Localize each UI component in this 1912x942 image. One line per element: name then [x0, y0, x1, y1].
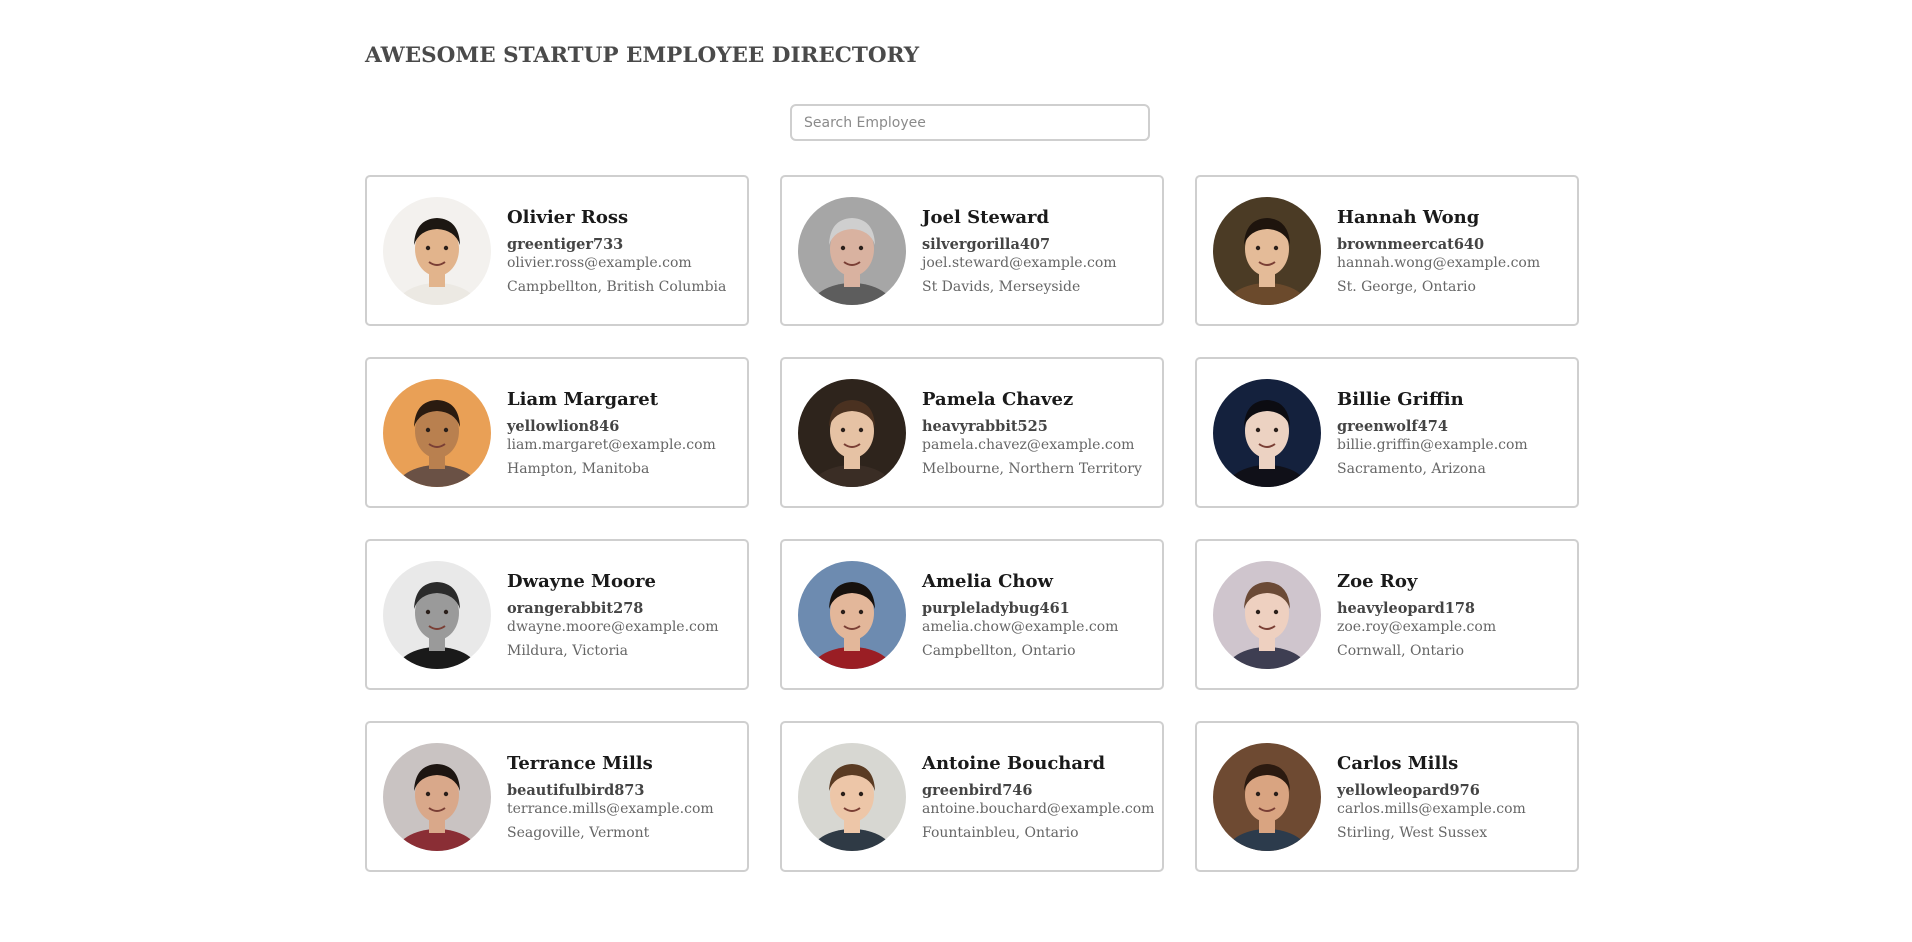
employee-location: Hampton, Manitoba — [507, 460, 650, 477]
employee-card[interactable]: Billie Griffin greenwolf474 billie.griff… — [1195, 357, 1579, 508]
avatar — [798, 196, 906, 305]
employee-location: Campbellton, Ontario — [922, 642, 1076, 659]
employee-email: carlos.mills@example.com — [1337, 800, 1526, 817]
employee-email: billie.griffin@example.com — [1337, 436, 1528, 453]
employee-email: pamela.chavez@example.com — [922, 436, 1135, 453]
employee-card[interactable]: Dwayne Moore orangerabbit278 dwayne.moor… — [365, 539, 749, 690]
employee-email: amelia.chow@example.com — [922, 618, 1119, 635]
employee-username: greenwolf474 — [1337, 417, 1448, 435]
employee-name: Hannah Wong — [1337, 206, 1480, 228]
avatar — [383, 196, 491, 305]
employee-name: Liam Margaret — [507, 388, 659, 410]
employee-location: St. George, Ontario — [1337, 278, 1476, 295]
employee-email: olivier.ross@example.com — [507, 254, 692, 271]
employee-card[interactable]: Zoe Roy heavyleopard178 zoe.roy@example.… — [1195, 539, 1579, 690]
employee-info: Zoe Roy heavyleopard178 zoe.roy@example.… — [1337, 571, 1496, 659]
employee-username: brownmeercat640 — [1337, 235, 1485, 253]
employee-card[interactable]: Liam Margaret yellowlion846 liam.margare… — [365, 357, 749, 508]
employee-card[interactable]: Terrance Mills beautifulbird873 terrance… — [365, 721, 749, 872]
employee-info: Billie Griffin greenwolf474 billie.griff… — [1337, 389, 1528, 477]
employee-name: Carlos Mills — [1337, 752, 1459, 774]
employee-location: Mildura, Victoria — [507, 642, 628, 659]
employee-email: hannah.wong@example.com — [1337, 254, 1541, 271]
employee-email: terrance.mills@example.com — [507, 800, 714, 817]
employee-info: Pamela Chavez heavyrabbit525 pamela.chav… — [922, 389, 1142, 477]
employee-info: Olivier Ross greentiger733 olivier.ross@… — [507, 207, 726, 295]
employee-location: Fountainbleu, Ontario — [922, 824, 1079, 841]
avatar — [1213, 378, 1321, 487]
employee-info: Joel Steward silvergorilla407 joel.stewa… — [922, 207, 1117, 295]
employee-location: Stirling, West Sussex — [1337, 824, 1488, 841]
employee-name: Dwayne Moore — [507, 570, 656, 592]
employee-name: Joel Steward — [922, 206, 1050, 228]
employee-name: Amelia Chow — [922, 570, 1053, 592]
employee-location: Cornwall, Ontario — [1337, 642, 1465, 659]
avatar — [383, 560, 491, 669]
employee-info: Terrance Mills beautifulbird873 terrance… — [507, 753, 714, 841]
employee-info: Dwayne Moore orangerabbit278 dwayne.moor… — [507, 571, 719, 659]
employee-info: Hannah Wong brownmeercat640 hannah.wong@… — [1337, 207, 1540, 295]
employee-username: orangerabbit278 — [507, 599, 644, 617]
employee-username: heavyrabbit525 — [922, 417, 1048, 435]
employee-email: liam.margaret@example.com — [507, 436, 716, 453]
employee-card[interactable]: Pamela Chavez heavyrabbit525 pamela.chav… — [780, 357, 1164, 508]
employee-name: Zoe Roy — [1337, 570, 1418, 592]
avatar — [383, 742, 491, 851]
employee-location: St Davids, Merseyside — [922, 278, 1081, 295]
employee-name: Olivier Ross — [507, 206, 629, 228]
employee-info: Liam Margaret yellowlion846 liam.margare… — [507, 389, 716, 477]
avatar — [383, 378, 491, 487]
avatar — [1213, 742, 1321, 851]
employee-name: Terrance Mills — [507, 752, 653, 774]
employee-card[interactable]: Amelia Chow purpleladybug461 amelia.chow… — [780, 539, 1164, 690]
employee-location: Campbellton, British Columbia — [507, 278, 727, 295]
employee-username: silvergorilla407 — [922, 235, 1051, 253]
employee-email: dwayne.moore@example.com — [507, 618, 719, 635]
employee-info: Carlos Mills yellowleopard976 carlos.mil… — [1337, 753, 1526, 841]
employee-email: antoine.bouchard@example.com — [922, 800, 1155, 817]
employee-username: yellowleopard976 — [1337, 781, 1480, 799]
employee-username: greentiger733 — [507, 235, 624, 253]
employee-location: Melbourne, Northern Territory — [922, 460, 1142, 477]
employee-card[interactable]: Carlos Mills yellowleopard976 carlos.mil… — [1195, 721, 1579, 872]
employee-username: beautifulbird873 — [507, 781, 645, 799]
avatar — [1213, 196, 1321, 305]
employee-name: Pamela Chavez — [922, 388, 1074, 410]
search-input[interactable] — [790, 104, 1150, 141]
employee-info: Amelia Chow purpleladybug461 amelia.chow… — [922, 571, 1118, 659]
employee-name: Billie Griffin — [1337, 388, 1464, 410]
avatar — [798, 560, 906, 669]
employee-username: heavyleopard178 — [1337, 599, 1475, 617]
avatar — [1213, 560, 1321, 669]
employee-info: Antoine Bouchard greenbird746 antoine.bo… — [922, 753, 1154, 841]
employee-card[interactable]: Olivier Ross greentiger733 olivier.ross@… — [365, 175, 749, 326]
employee-email: zoe.roy@example.com — [1337, 618, 1497, 635]
employee-username: purpleladybug461 — [922, 599, 1070, 617]
employee-username: greenbird746 — [922, 781, 1033, 799]
employee-card[interactable]: Joel Steward silvergorilla407 joel.stewa… — [780, 175, 1164, 326]
employee-location: Sacramento, Arizona — [1337, 460, 1486, 477]
employee-card[interactable]: Hannah Wong brownmeercat640 hannah.wong@… — [1195, 175, 1579, 326]
employee-email: joel.steward@example.com — [922, 254, 1117, 271]
page-title: AWESOME STARTUP EMPLOYEE DIRECTORY — [365, 43, 920, 68]
employee-name: Antoine Bouchard — [922, 752, 1106, 774]
avatar — [798, 378, 906, 487]
employee-card[interactable]: Antoine Bouchard greenbird746 antoine.bo… — [780, 721, 1164, 872]
employee-username: yellowlion846 — [507, 417, 620, 435]
employee-location: Seagoville, Vermont — [507, 824, 650, 841]
employee-grid: Olivier Ross greentiger733 olivier.ross@… — [365, 175, 1579, 872]
avatar — [798, 742, 906, 851]
